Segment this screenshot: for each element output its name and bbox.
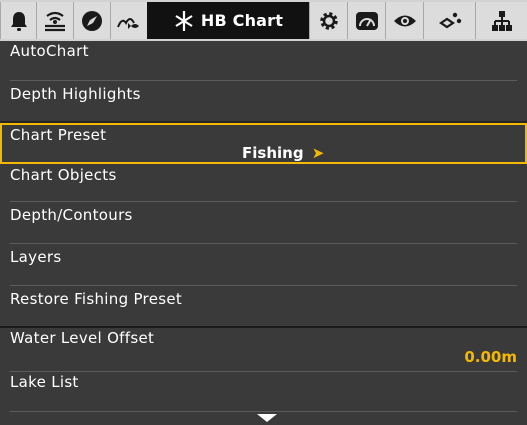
tab-sonar[interactable] [36, 2, 73, 39]
chart-preset-value-text: Fishing [242, 144, 304, 162]
menu-item-label: Restore Fishing Preset [10, 290, 183, 308]
tab-network[interactable] [423, 2, 475, 39]
navigation-icon [82, 10, 102, 31]
eye-icon [393, 15, 416, 26]
chart-preset-value: Fishing ➤ [242, 144, 324, 162]
menu-item-label: Chart Objects [10, 166, 117, 184]
hb-chart-icon [175, 10, 193, 31]
menu-item-depth-contours[interactable]: Depth/Contours [0, 202, 527, 244]
tab-views[interactable] [385, 2, 423, 39]
menu-item-autochart[interactable]: AutoChart [0, 41, 527, 81]
water-level-offset-value: 0.00m [464, 348, 517, 366]
menu-item-label: Depth/Contours [10, 206, 133, 224]
tab-accessories[interactable] [475, 2, 527, 39]
menu-item-water-level-offset[interactable]: Water Level Offset 0.00m [0, 328, 527, 372]
menu-item-lake-list[interactable]: Lake List [0, 372, 527, 412]
menu-item-label: Lake List [10, 373, 79, 391]
menu-item-label: AutoChart [10, 42, 89, 60]
tab-hb-chart[interactable]: HB Chart [147, 2, 309, 39]
tab-settings[interactable] [309, 2, 347, 39]
settings-gear-icon [319, 11, 338, 30]
menu-item-chart-preset[interactable]: Chart Preset Fishing ➤ [0, 123, 527, 164]
gauge-icon [355, 11, 378, 30]
tab-gauge[interactable] [347, 2, 385, 39]
alarm-icon [10, 11, 27, 31]
menu-item-restore-fishing-preset[interactable]: Restore Fishing Preset [0, 286, 527, 326]
arrow-right-icon: ➤ [311, 144, 325, 162]
hierarchy-icon [491, 10, 512, 31]
tab-navigation[interactable] [73, 2, 110, 39]
tab-alarm[interactable] [0, 2, 36, 39]
chart-fish-icon [117, 17, 139, 29]
menu-item-label: Depth Highlights [10, 85, 141, 103]
menu-item-label: Water Level Offset [10, 329, 155, 347]
network-icon [438, 12, 461, 28]
menu-item-label: Chart Preset [10, 126, 107, 144]
hb-chart-menu: AutoChart Depth Highlights Chart Preset … [0, 41, 527, 425]
menu-item-label: Layers [10, 248, 62, 266]
top-tab-bar: HB Chart [0, 0, 527, 41]
menu-item-chart-objects[interactable]: Chart Objects [0, 164, 527, 202]
active-tab-label: HB Chart [200, 11, 284, 30]
screen: HB Chart AutoChart Depth Highlights Char… [0, 0, 527, 425]
divider [10, 411, 517, 412]
menu-item-depth-highlights[interactable]: Depth Highlights [0, 81, 527, 121]
menu-item-layers[interactable]: Layers [0, 244, 527, 286]
scroll-down-arrow-icon[interactable] [257, 414, 277, 422]
sonar-icon [45, 11, 65, 31]
tab-chart-view[interactable] [110, 2, 147, 39]
